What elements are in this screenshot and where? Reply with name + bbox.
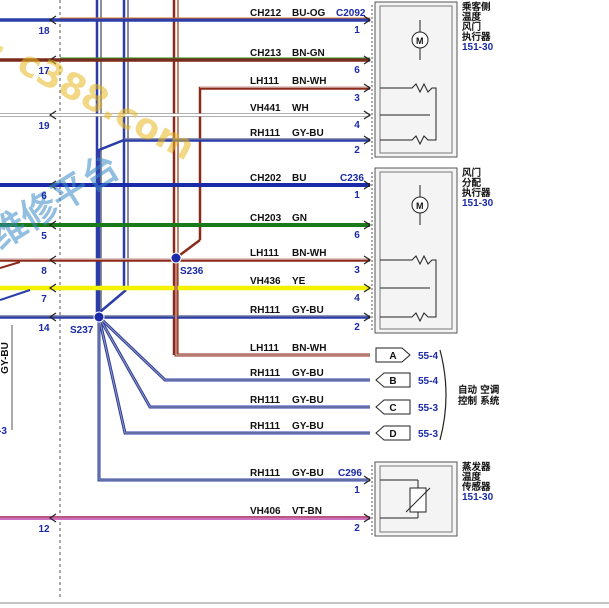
terminal-letter: D	[389, 429, 396, 440]
connector-pin-number: 2	[354, 322, 360, 333]
wire-circuit-label: CH212	[250, 8, 282, 19]
wire-color-label: BN-WH	[292, 76, 326, 87]
auto-ac-label-line1: 自动 空调	[458, 384, 499, 396]
connector-pin-number: 3	[354, 93, 360, 104]
left-pin-number: 14	[38, 323, 50, 334]
connector-pin-number: 4	[354, 120, 360, 131]
terminal-page-ref: 55-3	[418, 429, 438, 440]
connector-pin-number: 2	[354, 523, 360, 534]
fanout-wires	[97, 315, 370, 482]
wire-circuit-label: RH111	[250, 368, 280, 379]
left-ref-fragment: -3	[0, 426, 7, 437]
wire-color-label: VT-BN	[292, 506, 322, 517]
wire-color-label: GY-BU	[292, 421, 324, 432]
wire-circuit-label: VH406	[250, 506, 281, 517]
connector-id-c2092: C2092	[336, 8, 366, 19]
wire-circuit-label: RH111	[250, 468, 280, 479]
wire-circuit-label: CH202	[250, 173, 282, 184]
connector-id-c296: C296	[338, 468, 362, 479]
wire-color-label: GY-BU	[292, 128, 324, 139]
wiring-diagram: M M r c388.com维修平台 CH212 BU-OG1CH213 BN-…	[0, 0, 609, 604]
left-pin-number: 18	[38, 26, 50, 37]
terminal-letter: B	[389, 376, 396, 387]
wire-circuit-label: VH441	[250, 103, 281, 114]
component-page-ref: 151-30	[462, 42, 494, 53]
svg-text:M: M	[416, 36, 424, 46]
left-pin-number: 17	[38, 66, 50, 77]
left-wire-label: GY-BU	[0, 342, 11, 374]
left-partial-wire	[0, 261, 21, 269]
wire-color-label: BU	[292, 173, 306, 184]
connector-arrows	[363, 15, 372, 523]
connector-pin-number: 4	[354, 293, 360, 304]
splice-label-s236: S236	[180, 266, 204, 277]
left-pin-number: 5	[41, 231, 47, 242]
connector-pin-number: 2	[354, 145, 360, 156]
wire-vh406	[0, 516, 370, 520]
left-partial-wire-2	[0, 289, 31, 301]
auto-ac-label-line2: 控制 系统	[458, 395, 500, 407]
wire-rh111-b	[0, 315, 370, 319]
wire-lh111-b	[0, 258, 370, 262]
wire-color-label: GY-BU	[292, 395, 324, 406]
wire-circuit-label: LH111	[250, 248, 279, 259]
terminal-page-ref: 55-4	[418, 376, 438, 387]
wire-circuit-label: CH203	[250, 213, 282, 224]
wire-color-label: GY-BU	[292, 468, 324, 479]
watermark-text: r	[0, 30, 8, 75]
wire-circuit-label: RH111	[250, 421, 280, 432]
left-pin-number: 12	[38, 524, 50, 535]
wire-color-label: BN-GN	[292, 48, 325, 59]
wire-color-label: BN-WH	[292, 343, 326, 354]
watermark-text: 维修平台	[0, 147, 127, 258]
connector-pin-number: 1	[354, 190, 360, 201]
connector-pin-number: 3	[354, 265, 360, 276]
connector-pin-number: 6	[354, 230, 360, 241]
wire-circuit-label: RH111	[250, 128, 280, 139]
wire-circuit-label: RH111	[250, 305, 280, 316]
splice-label-s237: S237	[70, 325, 94, 336]
splice-dot-s237	[93, 311, 105, 323]
wire-circuit-label: LH111	[250, 76, 279, 87]
svg-text:M: M	[416, 201, 424, 211]
component-box-1: M	[374, 1, 458, 158]
splice-dot-s236	[170, 252, 182, 264]
left-pin-number: 8	[41, 266, 47, 277]
wire-color-label: WH	[292, 103, 309, 114]
left-pin-number: 19	[38, 121, 50, 132]
wire-color-label: BU-OG	[292, 8, 326, 19]
left-pin-number: 7	[41, 294, 47, 305]
wire-color-label: GY-BU	[292, 305, 324, 316]
connector-pin-number: 6	[354, 65, 360, 76]
connector-id-c236: C236	[340, 173, 364, 184]
connector-pin-number: 1	[354, 485, 360, 496]
component-box-3	[374, 461, 458, 537]
wire-circuit-label: LH111	[250, 343, 279, 354]
component-box-2: M	[374, 167, 458, 334]
wire-lh111-a	[200, 86, 370, 90]
wire-color-label: YE	[292, 276, 306, 287]
wire-circuit-label: VH436	[250, 276, 281, 287]
left-pin-number: 6	[41, 191, 47, 202]
terminal-letter: C	[389, 403, 396, 414]
component-page-ref: 151-30	[462, 198, 494, 209]
terminal-page-ref: 55-4	[418, 351, 438, 362]
terminal-page-ref: 55-3	[418, 403, 438, 414]
wire-circuit-label: RH111	[250, 395, 280, 406]
connector-pin-number: 1	[354, 25, 360, 36]
terminal-letter: A	[389, 351, 396, 362]
auto-ac-bracket	[439, 349, 447, 441]
wire-circuit-label: CH213	[250, 48, 282, 59]
component-page-ref: 151-30	[462, 492, 494, 503]
wire-color-label: GY-BU	[292, 368, 324, 379]
wire-color-label: GN	[292, 213, 307, 224]
wire-color-label: BN-WH	[292, 248, 326, 259]
